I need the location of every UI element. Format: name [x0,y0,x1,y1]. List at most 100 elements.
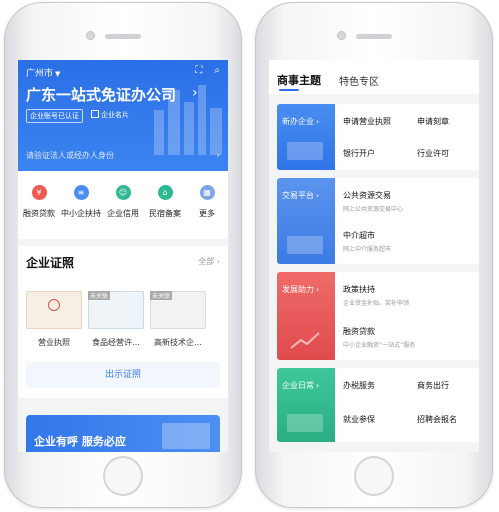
service-apply-license[interactable]: 申请营业执照 [343,116,391,127]
certificate-thumbnail [26,291,82,329]
service-title: 中介超市 [343,231,375,240]
chevron-right-icon: › [192,85,198,101]
quick-item-more[interactable]: ▦ 更多 [187,185,227,239]
home-button[interactable] [103,456,143,496]
category-daily-business: 企业日常 › 办税服务 商务出行 就业参保 招聘会报名 [277,368,479,442]
certificate-label: 营业执照 [38,338,70,347]
chevron-right-icon: › [316,117,320,126]
home-button[interactable] [354,456,394,496]
service-title: 融资贷款 [343,327,375,336]
hero-actions: ⛶ ⌕ [183,65,220,76]
front-camera-icon [337,31,346,40]
certificate-food-permit[interactable]: 未关联 食品经营许… [88,291,144,348]
quick-item-credit[interactable]: ☺ 企业信用 [103,185,143,239]
grid-icon: ▦ [199,185,215,200]
phone-frame-right: 商事主题 特色专区 新办企业 › 申请营业执照 申请刻章 银行开户 行业许可 交易… [255,2,493,508]
category-label: 企业日常 [282,381,314,390]
unlinked-badge: 未关联 [150,291,173,300]
category-services: 政策扶持 企业资金补贴、奖补申领 融资贷款 中小企业融资“一站式”服务 [335,272,479,360]
house-icon: ⌂ [157,185,173,200]
verify-identity-link[interactable]: 请验证法人或经办人身份 [26,150,114,161]
category-new-business: 新办企业 › 申请营业执照 申请刻章 银行开户 行业许可 [277,104,479,170]
category-growth-support: 发展助力 › 政策扶持 企业资金补贴、奖补申领 融资贷款 中小企业融资“一站式”服… [277,272,479,360]
service-business-travel[interactable]: 商务出行 [417,380,449,391]
service-employment-insurance[interactable]: 就业参保 [343,414,375,425]
quick-item-loan[interactable]: ¥ 融资贷款 [19,185,59,239]
category-services: 公共资源交易 网上公共资源交易中心 中介超市 网上中介服务超市 [335,178,479,264]
category-services: 申请营业执照 申请刻章 银行开户 行业许可 [335,104,479,170]
caret-down-icon: ▼ [55,70,61,78]
card-icon [91,110,99,118]
banner-text: 企业有呼 服务必应 [34,435,126,448]
unlinked-badge: 未关联 [88,291,111,300]
chevron-right-icon: › [316,285,320,294]
category-illustration [287,142,323,160]
front-camera-icon [86,31,95,40]
certificate-list: 营业执照 未关联 食品经营许… 未关联 高新技术企… [26,291,206,348]
quick-service-grid: ¥ 融资贷款 ≡ 中小企扶持 ☺ 企业信用 ⌂ 民宿备案 ▦ 更多 [18,171,228,239]
quick-item-sme-support[interactable]: ≡ 中小企扶持 [61,185,101,239]
service-industry-permit[interactable]: 行业许可 [417,148,449,159]
service-title: 政策扶持 [343,285,375,294]
speaker-grille [356,34,392,39]
view-all-link[interactable]: 全部 › [198,256,220,267]
scan-icon[interactable]: ⛶ [195,65,202,76]
show-certificate-button[interactable]: 出示证照 [26,362,220,388]
business-card-label: 企业名片 [101,111,129,119]
tab-special-zone[interactable]: 特色专区 [339,73,379,88]
service-job-fair[interactable]: 招聘会报名 [417,414,457,425]
service-tax[interactable]: 办税服务 [343,380,375,391]
category-label: 交易平台 [282,191,314,200]
city-label: 广州市 [26,69,54,79]
document-icon: ≡ [73,185,89,200]
category-side-panel[interactable]: 企业日常 › [277,368,335,442]
chevron-right-icon: › [316,191,320,200]
service-bank-account[interactable]: 银行开户 [343,148,375,159]
certificate-business-license[interactable]: 营业执照 [26,291,82,348]
category-label: 新办企业 [282,117,314,126]
certificate-label: 高新技术企… [154,338,202,347]
tab-business-topics[interactable]: 商事主题 [277,72,321,88]
category-side-panel[interactable]: 发展助力 › [277,272,335,360]
quick-item-homestay[interactable]: ⌂ 民宿备案 [145,185,185,239]
company-hero: 广州市 ▼ ⛶ ⌕ 广东一站式免证办公司 › 企业账号已认证 企业名片 请验证法人或… [18,60,228,171]
category-services: 办税服务 商务出行 就业参保 招聘会报名 [335,368,479,442]
category-side-panel[interactable]: 交易平台 › [277,178,335,264]
service-subtitle: 网上公共资源交易中心 [343,206,404,213]
certificate-thumbnail: 未关联 [150,291,206,329]
yuan-icon: ¥ [31,185,47,200]
quick-item-label: 融资贷款 [23,209,55,218]
certificate-label: 食品经营许… [92,338,140,347]
topic-tabs: 商事主题 特色专区 [269,60,479,94]
smile-icon: ☺ [115,185,131,200]
banner-illustration [162,423,210,449]
company-tags: 企业账号已认证 企业名片 [26,109,131,123]
city-selector[interactable]: 广州市 ▼ [26,66,60,79]
search-icon[interactable]: ⌕ [214,65,220,76]
quick-item-label: 中小企扶持 [61,209,101,218]
active-tab-indicator [279,89,299,91]
category-trading-platform: 交易平台 › 公共资源交易 网上公共资源交易中心 中介超市 网上中介服务超市 [277,178,479,264]
service-subtitle: 网上中介服务超市 [343,246,392,253]
category-illustration [287,236,323,254]
chevron-right-icon: › [216,151,220,161]
seal-icon [48,299,60,311]
speaker-grille [105,34,141,39]
certificate-high-tech[interactable]: 未关联 高新技术企… [150,291,206,348]
company-name[interactable]: 广东一站式免证办公司 [26,84,176,105]
service-subtitle: 中小企业融资“一站式”服务 [343,342,416,349]
section-title: 企业证照 [26,256,75,270]
category-label: 发展助力 [282,285,314,294]
certificate-thumbnail: 未关联 [88,291,144,329]
category-illustration [287,414,323,432]
promo-banner[interactable]: 企业有呼 服务必应 [26,415,220,452]
service-apply-seal[interactable]: 申请刻章 [417,116,449,127]
business-card-link[interactable]: 企业名片 [89,109,131,123]
service-subtitle: 企业资金补贴、奖补申领 [343,300,410,307]
quick-item-label: 企业信用 [107,209,139,218]
chevron-right-icon: › [316,381,320,390]
service-title: 公共资源交易 [343,191,391,200]
category-side-panel[interactable]: 新办企业 › [277,104,335,170]
trend-up-icon [290,332,320,349]
services-screen: 商事主题 特色专区 新办企业 › 申请营业执照 申请刻章 银行开户 行业许可 交易… [269,60,479,452]
